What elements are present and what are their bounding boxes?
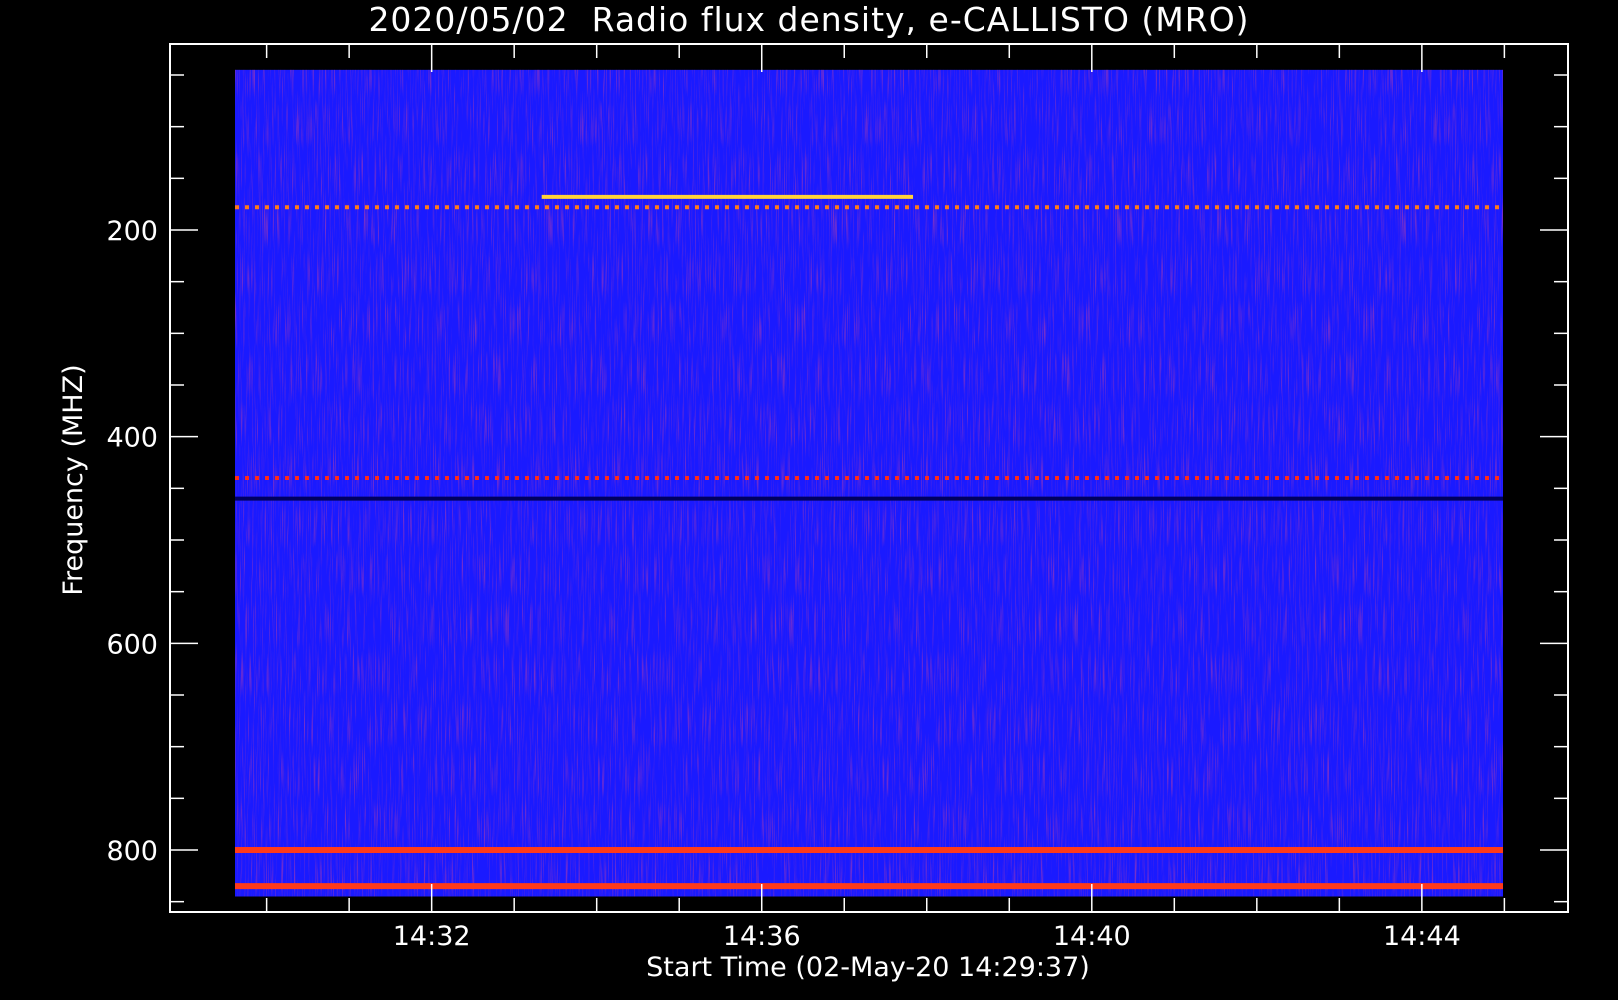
x-tick-label: 14:36 — [723, 921, 801, 952]
heatmap-area — [235, 69, 1503, 897]
y-tick-label: 200 — [106, 216, 158, 247]
x-tick-label: 14:44 — [1383, 921, 1461, 952]
spectrogram-chart: 200 400 600 800 14:32 14:36 14:40 14:44 Start T… — [58, 43, 1569, 983]
y-tick-label: 600 — [106, 629, 158, 660]
x-tick-label: 14:32 — [393, 921, 471, 952]
x-tick-label: 14:40 — [1053, 921, 1131, 952]
y-tick-label: 400 — [106, 423, 158, 454]
y-tick-label: 800 — [106, 836, 158, 867]
x-axis-label: Start Time (02-May-20 14:29:37) — [646, 952, 1090, 983]
y-axis-label: Frequency (MHZ) — [58, 364, 89, 595]
heatmap-texture — [235, 69, 1503, 897]
